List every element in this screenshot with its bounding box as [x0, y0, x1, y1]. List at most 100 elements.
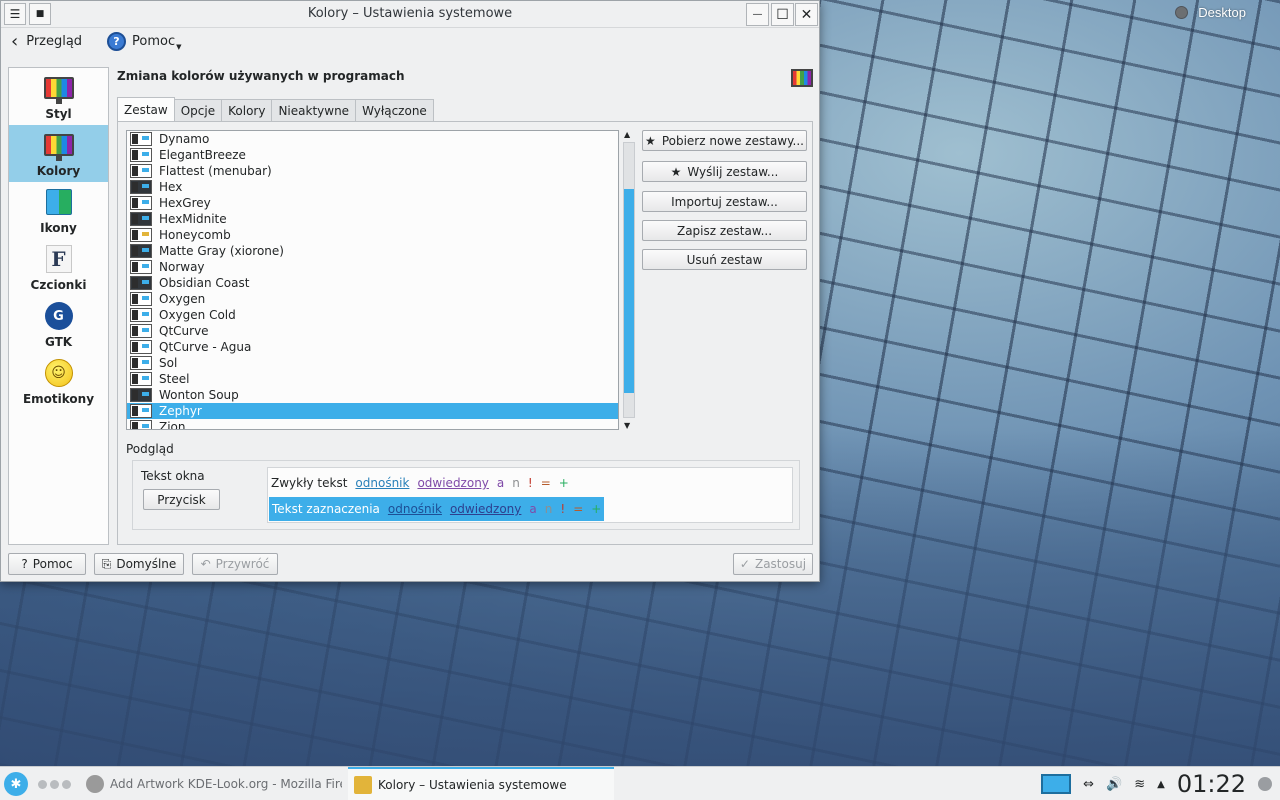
scheme-list-item[interactable]: Zion — [127, 419, 618, 429]
preview-heading: Podgląd — [126, 442, 174, 456]
defaults-button[interactable]: ⎘ Domyślne — [94, 553, 184, 575]
gtk-icon: G — [44, 301, 74, 331]
scheme-name: Wonton Soup — [159, 388, 239, 402]
reset-button[interactable]: ↶ Przywróć — [192, 553, 278, 575]
scheme-swatch-icon — [130, 148, 152, 162]
save-scheme-button[interactable]: Zapisz zestaw... — [642, 220, 807, 241]
preview-button: Przycisk — [143, 489, 220, 510]
sidebar-item-label: Czcionki — [30, 278, 87, 292]
tab-colors[interactable]: Kolory — [221, 99, 273, 121]
scheme-name: Norway — [159, 260, 205, 274]
pager-desktop[interactable] — [62, 780, 71, 789]
expand-tray-icon[interactable]: ▲ — [1157, 779, 1165, 790]
sidebar-item-style[interactable]: Styl — [9, 68, 108, 125]
sidebar-item-fonts[interactable]: F Czcionki — [9, 239, 108, 296]
preview-inactive: n — [512, 476, 520, 490]
network-icon[interactable]: ⇔ — [1083, 777, 1094, 792]
question-icon: ? — [21, 557, 28, 571]
scroll-track[interactable] — [623, 142, 635, 418]
scheme-list-item[interactable]: Dynamo — [127, 131, 618, 147]
help-button[interactable]: ? Pomoc — [8, 553, 86, 575]
scheme-list[interactable]: Dynamo ElegantBreeze Flattest (menubar) Hex… — [126, 130, 619, 430]
scheme-list-item[interactable]: Hex — [127, 179, 618, 195]
pager-desktop[interactable] — [38, 780, 47, 789]
scheme-list-item[interactable]: QtCurve - Agua — [127, 339, 618, 355]
help-menu-button[interactable]: ? Pomoc ▼ — [107, 32, 182, 51]
scheme-list-item[interactable]: Honeycomb — [127, 227, 618, 243]
scheme-list-item[interactable]: Wonton Soup — [127, 387, 618, 403]
get-new-schemes-button[interactable]: ★ Pobierz nowe zestawy... — [642, 130, 807, 151]
scheme-swatch-icon — [130, 164, 152, 178]
scheme-list-scrollbar[interactable]: ▲ ▼ — [623, 130, 635, 430]
scheme-swatch-icon — [130, 404, 152, 418]
scheme-list-item[interactable]: Sol — [127, 355, 618, 371]
icons-icon — [44, 187, 74, 217]
preview-sel-active: a — [529, 502, 537, 516]
taskbar: ✱ Add Artwork KDE-Look.org - Mozilla Fir… — [0, 766, 1280, 800]
scroll-up-arrow-icon[interactable]: ▲ — [624, 130, 630, 139]
scheme-list-item[interactable]: Flattest (menubar) — [127, 163, 618, 179]
scheme-name: QtCurve - Agua — [159, 340, 252, 354]
tab-options[interactable]: Opcje — [173, 99, 223, 121]
sidebar-item-colors[interactable]: Kolory — [9, 125, 108, 182]
preview-box: Tekst okna Przycisk Zwykły tekst odnośni… — [132, 460, 800, 530]
scheme-list-item[interactable]: HexMidnite — [127, 211, 618, 227]
scheme-list-item[interactable]: Oxygen — [127, 291, 618, 307]
system-settings-window: ☰ ■ Kolory – Ustawienia systemowe — ☐ ✕ … — [0, 0, 820, 582]
remove-scheme-button[interactable]: Usuń zestaw — [642, 249, 807, 270]
undo-icon: ↶ — [200, 557, 211, 571]
preview-sel-neutral: = — [573, 502, 584, 516]
close-button[interactable]: ✕ — [795, 3, 818, 26]
import-scheme-button[interactable]: Importuj zestaw... — [642, 191, 807, 212]
preview-normal-line: Zwykły tekst odnośnik odwiedzony a n ! =… — [271, 476, 569, 490]
scheme-list-item[interactable]: Norway — [127, 259, 618, 275]
sidebar-item-label: Styl — [45, 107, 72, 121]
scheme-list-item[interactable]: QtCurve — [127, 323, 618, 339]
scroll-thumb[interactable] — [624, 189, 634, 393]
minimize-button[interactable]: — — [746, 3, 769, 26]
overview-back-button[interactable]: ‹ Przegląd — [11, 30, 82, 52]
task-system-settings[interactable]: Kolory – Ustawienia systemowe — [348, 767, 614, 800]
sidebar-item-gtk[interactable]: G GTK — [9, 296, 108, 353]
scheme-swatch-icon — [130, 212, 152, 226]
scheme-list-item[interactable]: Zephyr — [127, 403, 618, 419]
sidebar-item-icons[interactable]: Ikony — [9, 182, 108, 239]
desktop-folder-label[interactable]: Desktop — [1175, 5, 1246, 20]
apply-button[interactable]: ✓ Zastosuj — [733, 553, 813, 575]
sidebar-item-emoticons[interactable]: ☺ Emotikony — [9, 353, 108, 410]
scheme-list-item[interactable]: Steel — [127, 371, 618, 387]
wifi-icon[interactable]: ≋ — [1134, 777, 1145, 792]
scheme-name: HexMidnite — [159, 212, 227, 226]
title-bar[interactable]: ☰ ■ Kolory – Ustawienia systemowe — ☐ ✕ — [1, 1, 819, 28]
colors-module-icon — [791, 69, 813, 87]
tab-scheme[interactable]: Zestaw — [117, 97, 175, 121]
scheme-list-item[interactable]: HexGrey — [127, 195, 618, 211]
volume-icon[interactable]: 🔊 — [1106, 777, 1122, 792]
scroll-down-arrow-icon[interactable]: ▼ — [624, 421, 630, 430]
maximize-button[interactable]: ☐ — [771, 3, 794, 26]
pager-desktop[interactable] — [50, 780, 59, 789]
scheme-list-item[interactable]: Matte Gray (xiorone) — [127, 243, 618, 259]
chevron-left-icon: ‹ — [11, 30, 19, 52]
scheme-name: Flattest (menubar) — [159, 164, 272, 178]
scheme-name: Steel — [159, 372, 190, 386]
upload-scheme-button[interactable]: ★ Wyślij zestaw... — [642, 161, 807, 182]
virtual-desktop-pager[interactable] — [38, 780, 71, 789]
scheme-name: Obsidian Coast — [159, 276, 250, 290]
screen-icon[interactable] — [1041, 774, 1072, 794]
panel-settings-icon[interactable] — [1258, 777, 1272, 791]
tab-inactive[interactable]: Nieaktywne — [271, 99, 357, 121]
preview-window-text: Tekst okna — [141, 469, 205, 483]
help-label: Pomoc — [132, 34, 176, 49]
maximize-icon: ☐ — [776, 6, 789, 23]
scheme-list-item[interactable]: Obsidian Coast — [127, 275, 618, 291]
application-launcher-icon[interactable]: ✱ — [4, 772, 28, 796]
task-firefox[interactable]: Add Artwork KDE-Look.org - Mozilla Firef… — [80, 767, 342, 800]
button-label: Pobierz nowe zestawy... — [661, 133, 804, 148]
preview-sel-inactive: n — [544, 502, 553, 516]
clock[interactable]: 01:22 — [1177, 770, 1246, 798]
tab-disabled[interactable]: Wyłączone — [355, 99, 434, 121]
scheme-name: Zephyr — [159, 404, 202, 418]
scheme-list-item[interactable]: ElegantBreeze — [127, 147, 618, 163]
scheme-list-item[interactable]: Oxygen Cold — [127, 307, 618, 323]
